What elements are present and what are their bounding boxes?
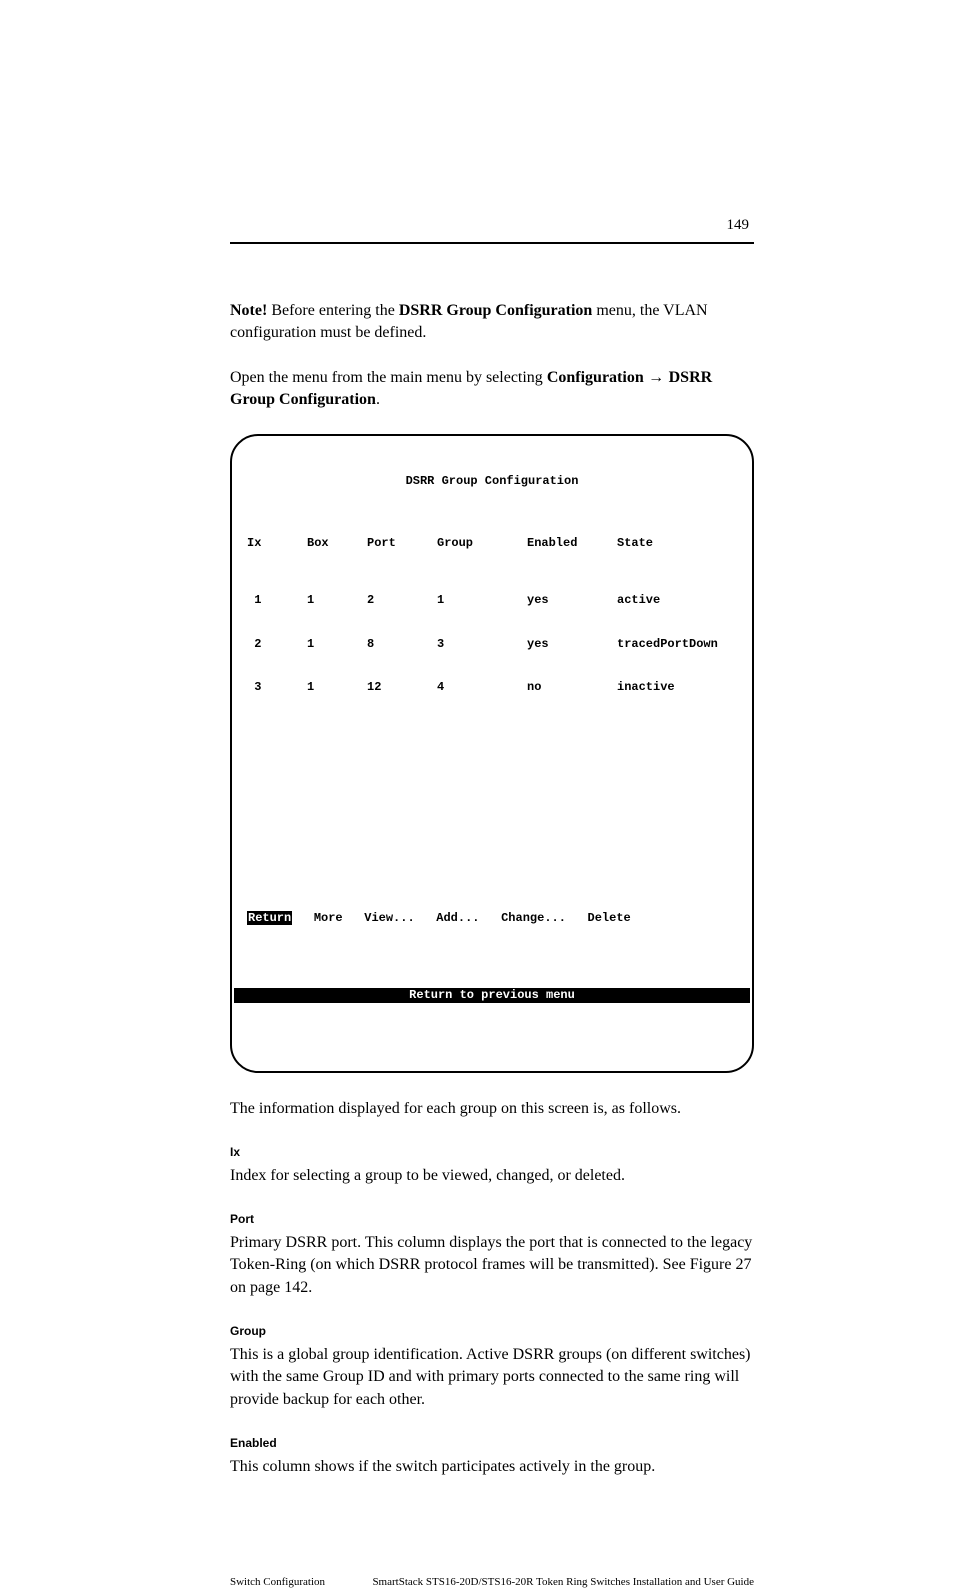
cell-group: 4 [437,680,527,694]
statusbar-spacer [247,1032,737,1042]
header-port: Port [367,536,437,550]
header-group: Group [437,536,527,550]
header-state: State [617,536,737,550]
view-button[interactable]: View... [364,911,414,925]
enabled-text: This column shows if the switch particip… [230,1456,754,1478]
delete-button[interactable]: Delete [588,911,631,925]
enabled-heading: Enabled [230,1435,754,1452]
group-text: This is a global group identification. A… [230,1344,754,1411]
ix-heading: Ix [230,1144,754,1161]
terminal-header-row: Ix Box Port Group Enabled State [247,536,737,550]
cell-port: 8 [367,637,437,651]
info-paragraph: The information displayed for each group… [230,1098,754,1120]
terminal-actions: Return More View... Add... Change... Del… [247,911,737,925]
page-number: 149 [727,215,750,236]
top-rule [230,242,754,244]
header-ix: Ix [247,536,307,550]
cell-ix: 3 [247,680,307,694]
status-bar: Return to previous menu [234,988,750,1003]
cell-box: 1 [307,680,367,694]
footer-left: Switch Configuration [230,1575,325,1590]
table-row: 3 1 12 4 no inactive [247,680,737,694]
add-button[interactable]: Add... [436,911,479,925]
terminal-panel: DSRR Group Configuration Ix Box Port Gro… [230,434,754,1073]
terminal-title: DSRR Group Configuration [247,474,737,488]
header-enabled: Enabled [527,536,617,550]
note-bold-text: DSRR Group Configuration [399,302,593,319]
table-row: 1 1 2 1 yes active [247,593,737,607]
cell-ix: 2 [247,637,307,651]
cell-enabled: yes [527,593,617,607]
cell-state: inactive [617,680,737,694]
port-heading: Port [230,1211,754,1228]
open-menu-b1: Configuration [547,369,644,386]
cell-ix: 1 [247,593,307,607]
cell-port: 2 [367,593,437,607]
note-label: Note! [230,302,267,319]
arrow-icon: → [644,369,669,386]
footer-right: SmartStack STS16-20D/STS16-20R Token Rin… [372,1575,754,1590]
group-heading: Group [230,1323,754,1340]
return-button[interactable]: Return [247,911,292,925]
ix-text: Index for selecting a group to be viewed… [230,1165,754,1187]
cell-enabled: no [527,680,617,694]
note-pre-text: Before entering the [267,302,399,319]
page-footer: Switch Configuration SmartStack STS16-20… [230,1575,754,1590]
cell-group: 3 [437,637,527,651]
more-button[interactable]: More [314,911,343,925]
cell-box: 1 [307,637,367,651]
open-menu-post: . [376,391,380,408]
table-row: 2 1 8 3 yes tracedPortDown [247,637,737,651]
port-text: Primary DSRR port. This column displays … [230,1232,754,1299]
main-content: Note! Before entering the DSRR Group Con… [230,300,754,1591]
cell-box: 1 [307,593,367,607]
change-button[interactable]: Change... [501,911,566,925]
note-paragraph: Note! Before entering the DSRR Group Con… [230,300,754,345]
cell-port: 12 [367,680,437,694]
terminal-spacer [247,737,737,867]
open-menu-paragraph: Open the menu from the main menu by sele… [230,367,754,412]
cell-state: tracedPortDown [617,637,737,651]
open-menu-pre: Open the menu from the main menu by sele… [230,369,547,386]
header-box: Box [307,536,367,550]
cell-state: active [617,593,737,607]
cell-group: 1 [437,593,527,607]
cell-enabled: yes [527,637,617,651]
